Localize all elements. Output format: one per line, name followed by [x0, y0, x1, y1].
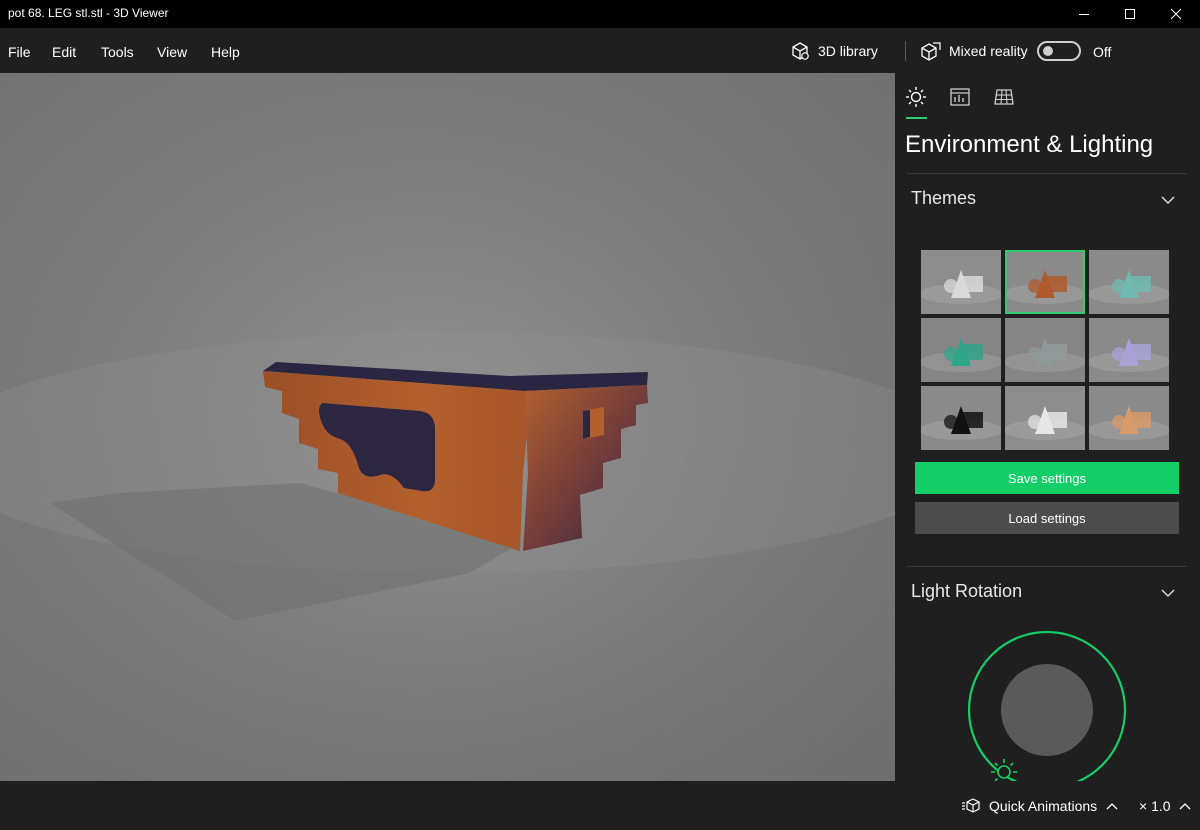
minimize-icon	[1079, 14, 1089, 15]
close-icon	[1170, 8, 1182, 20]
mixed-reality-toggle[interactable]	[1037, 41, 1081, 61]
light-rotation-heading[interactable]: Light Rotation	[911, 581, 1022, 602]
status-bar: Quick Animations × 1.0	[0, 781, 1200, 830]
chevron-up-icon	[1106, 803, 1118, 810]
theme-swatch[interactable]	[1005, 250, 1085, 314]
maximize-icon	[1125, 9, 1135, 19]
3d-library-label: 3D library	[818, 43, 878, 59]
cube-icon	[792, 42, 809, 60]
chevron-down-icon[interactable]	[1160, 192, 1176, 208]
theme-swatch[interactable]	[1089, 318, 1169, 382]
theme-swatch[interactable]	[921, 318, 1001, 382]
stats-icon	[950, 88, 970, 106]
scene-render	[0, 73, 895, 781]
maximize-button[interactable]	[1107, 0, 1153, 28]
menu-bar: File Edit Tools View Help 3D library Mix…	[0, 28, 1200, 73]
theme-swatch[interactable]	[1089, 386, 1169, 450]
menu-file[interactable]: File	[8, 44, 31, 60]
grid-icon	[994, 89, 1014, 105]
theme-swatch[interactable]	[921, 386, 1001, 450]
light-handle-sun-icon	[991, 759, 1017, 781]
quick-animations-label: Quick Animations	[989, 798, 1098, 814]
sun-icon	[906, 87, 926, 107]
theme-swatch[interactable]	[921, 250, 1001, 314]
animation-cube-icon	[962, 798, 980, 813]
toggle-knob	[1043, 46, 1053, 56]
tab-stats[interactable]	[948, 85, 972, 109]
3d-library-button[interactable]: 3D library	[790, 40, 878, 62]
menu-edit[interactable]: Edit	[52, 44, 76, 60]
chevron-down-icon[interactable]	[1160, 585, 1176, 601]
window-title: pot 68. LEG stl.stl - 3D Viewer	[8, 6, 169, 20]
quick-animations-button[interactable]: Quick Animations	[962, 798, 1118, 814]
menu-help[interactable]: Help	[211, 44, 240, 60]
theme-swatch[interactable]	[1005, 318, 1085, 382]
theme-swatch[interactable]	[1005, 386, 1085, 450]
close-button[interactable]	[1153, 0, 1199, 28]
mixed-reality-button[interactable]: Mixed reality	[921, 40, 1028, 62]
save-settings-button[interactable]: Save settings	[915, 462, 1179, 494]
divider	[907, 173, 1187, 174]
minimize-button[interactable]	[1061, 0, 1107, 28]
menu-tools[interactable]: Tools	[101, 44, 134, 60]
themes-heading[interactable]: Themes	[911, 188, 976, 209]
tab-grid[interactable]	[992, 85, 1016, 109]
mixed-reality-icon	[921, 42, 941, 61]
title-bar: pot 68. LEG stl.stl - 3D Viewer	[0, 0, 1200, 28]
tab-lighting[interactable]	[904, 85, 928, 109]
speed-button[interactable]: × 1.0	[1139, 798, 1191, 814]
mixed-reality-label: Mixed reality	[949, 43, 1028, 59]
panel-title: Environment & Lighting	[905, 131, 1154, 158]
load-settings-button[interactable]: Load settings	[915, 502, 1179, 534]
active-tab-indicator	[906, 117, 927, 119]
chevron-up-icon	[1179, 803, 1190, 810]
menu-view[interactable]: View	[157, 44, 187, 60]
theme-swatch[interactable]	[1089, 250, 1169, 314]
divider	[907, 566, 1187, 567]
environment-panel: Environment & Lighting Themes Save setti…	[895, 73, 1200, 781]
3d-viewport[interactable]	[0, 73, 895, 781]
toolbar-separator	[905, 41, 906, 61]
light-rotation-dial[interactable]	[967, 630, 1127, 781]
speed-label: × 1.0	[1139, 798, 1171, 814]
mixed-reality-state: Off	[1093, 44, 1112, 60]
